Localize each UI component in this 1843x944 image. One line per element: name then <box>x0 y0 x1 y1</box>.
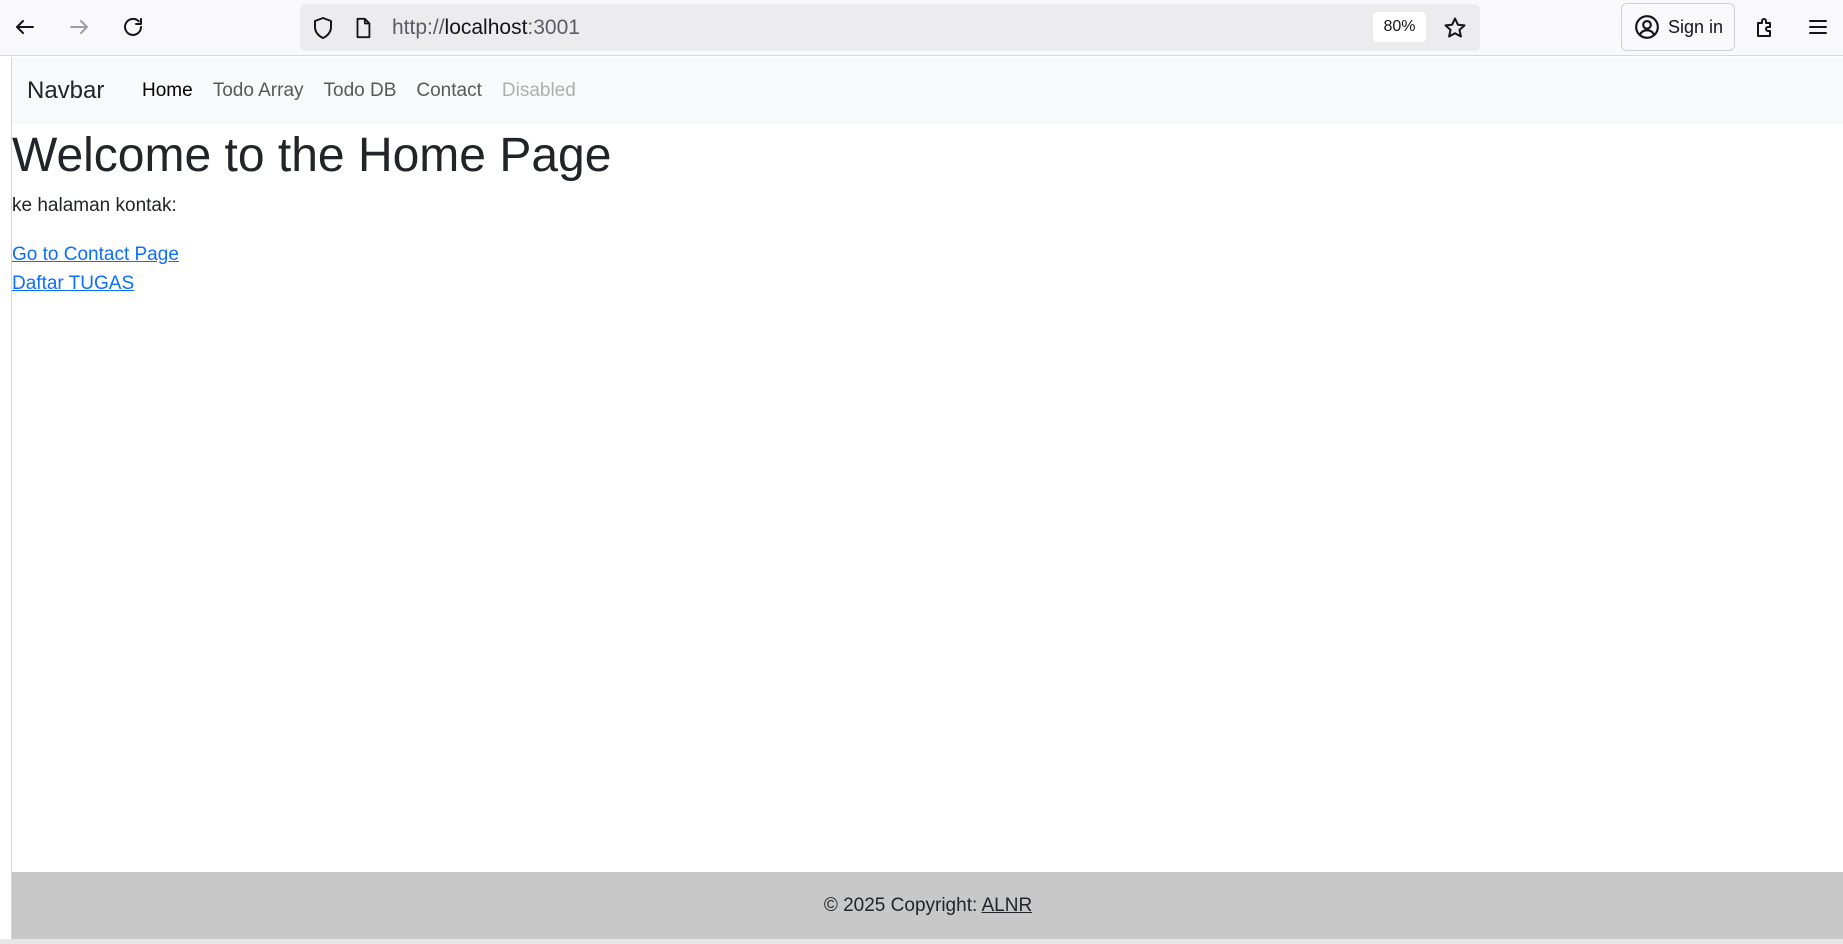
navbar-brand[interactable]: Navbar <box>27 57 104 124</box>
nav-link-contact[interactable]: Contact <box>406 80 491 102</box>
nav-link-home[interactable]: Home <box>132 80 203 102</box>
footer-copyright: © 2025 Copyright: <box>823 895 982 916</box>
nav-link-todo-db[interactable]: Todo DB <box>314 80 407 102</box>
url-port: :3001 <box>527 16 580 39</box>
menu-button[interactable] <box>1799 8 1837 46</box>
arrow-right-icon <box>70 20 88 34</box>
extensions-button[interactable] <box>1746 8 1784 46</box>
sign-in-button[interactable]: Sign in <box>1621 3 1735 51</box>
main-content: Welcome to the Home Page ke halaman kont… <box>12 124 1012 298</box>
daftar-tugas-link[interactable]: Daftar TUGAS <box>12 269 1012 298</box>
contact-page-link[interactable]: Go to Contact Page <box>12 240 1012 269</box>
nav-links: Home Todo Array Todo DB Contact Disabled <box>132 57 586 124</box>
star-icon[interactable] <box>1441 14 1469 42</box>
page-title: Welcome to the Home Page <box>12 129 612 182</box>
sign-in-label: Sign in <box>1668 16 1724 37</box>
page-links: Go to Contact Page Daftar TUGAS <box>12 240 1012 298</box>
nav-link-todo-array[interactable]: Todo Array <box>203 80 314 102</box>
page-subtitle: ke halaman kontak: <box>12 195 177 216</box>
window-bottom-edge <box>0 939 1843 944</box>
account-icon <box>1635 15 1659 39</box>
page-icon[interactable] <box>350 15 376 41</box>
shield-icon[interactable] <box>310 15 336 41</box>
zoom-level-button[interactable]: 80% <box>1373 12 1426 42</box>
nav-link-disabled: Disabled <box>501 79 576 101</box>
back-button[interactable] <box>6 8 44 46</box>
puzzle-icon <box>1757 18 1771 37</box>
page-viewport: Navbar Home Todo Array Todo DB Contact D… <box>11 57 1843 939</box>
hamburger-menu-icon <box>1809 20 1827 34</box>
url-scheme: http:// <box>392 16 445 39</box>
url-host: localhost <box>444 16 528 39</box>
url-bar[interactable]: http://localhost:3001 80% <box>300 4 1480 51</box>
footer-author-link[interactable]: ALNR <box>981 895 1032 916</box>
url-text[interactable]: http://localhost:3001 <box>392 4 580 51</box>
reload-button[interactable] <box>114 8 152 46</box>
footer: © 2025 Copyright: ALNR <box>12 872 1843 939</box>
navbar: Navbar Home Todo Array Todo DB Contact D… <box>12 57 1843 124</box>
forward-button[interactable] <box>60 8 98 46</box>
browser-toolbar: http://localhost:3001 80% Sign in <box>0 0 1843 56</box>
arrow-left-icon <box>16 20 34 34</box>
reload-icon <box>124 17 142 36</box>
